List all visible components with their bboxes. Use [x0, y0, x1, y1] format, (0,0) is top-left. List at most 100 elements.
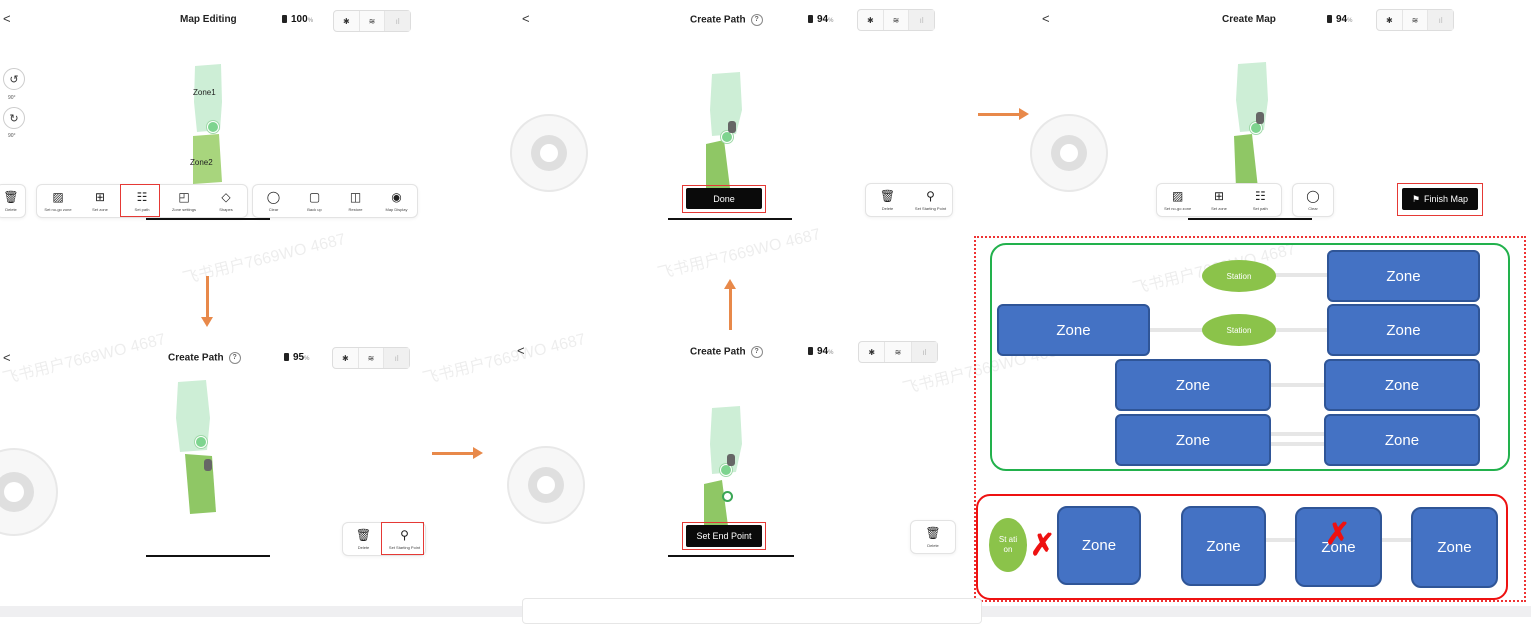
wifi-icon: ≋: [885, 342, 912, 362]
backup-tool[interactable]: ▢ Back up: [294, 185, 335, 217]
delete-tool[interactable]: 🗑 Delete: [343, 523, 384, 555]
status-bar: ✱ ≋ ıl: [857, 9, 935, 31]
joystick[interactable]: [507, 446, 585, 524]
zone-node: Zone: [1181, 506, 1266, 586]
end-point-marker: [722, 491, 733, 502]
clear-tool[interactable]: ◯ Clear: [1293, 184, 1333, 216]
zone2-area: [706, 140, 730, 188]
joystick[interactable]: [0, 448, 58, 536]
battery-icon: [1327, 15, 1332, 23]
battery-indicator: 95%: [284, 352, 309, 363]
battery-indicator: 94%: [808, 14, 833, 25]
home-indicator: [668, 218, 792, 220]
zone-settings-tool[interactable]: ◰ Zone settings: [163, 185, 205, 217]
delete-tool[interactable]: 🗑 Delete: [866, 184, 909, 216]
station-node: Station: [1202, 314, 1276, 346]
connector: [1270, 383, 1326, 387]
trash-icon: 🗑: [3, 189, 19, 204]
watermark: 飞书用户7669WO 4687: [181, 230, 348, 288]
shapes-icon: ◇: [221, 189, 231, 204]
battery-icon: [282, 15, 287, 23]
status-bar: ✱ ≋ ıl: [333, 10, 411, 32]
shapes-tool[interactable]: ◇ Shapes: [205, 185, 247, 217]
invalid-x-icon: ✗: [1030, 529, 1056, 562]
page-title: Create Path?: [690, 14, 763, 26]
battery-icon: [284, 353, 289, 361]
clear-tool[interactable]: ◯ Clear: [253, 185, 294, 217]
back-button[interactable]: <: [517, 343, 525, 358]
set-zone-tool[interactable]: ⊞ Set zone: [1198, 184, 1239, 216]
battery-indicator: 94%: [1327, 14, 1352, 25]
status-bar: ✱ ≋ ıl: [332, 347, 410, 369]
clear-icon: ◯: [266, 189, 281, 204]
home-indicator: [146, 555, 270, 557]
trash-icon: 🗑: [355, 527, 372, 542]
invalid-x-icon: ✗: [1325, 518, 1351, 551]
signal-icon: ıl: [384, 348, 410, 368]
zone-node: Zone: [1327, 250, 1480, 302]
battery-icon: [808, 347, 813, 355]
highlight-set-end-point: [682, 522, 766, 550]
highlight-finish-map: [1397, 183, 1483, 216]
zone2-label: Zone2: [190, 158, 213, 167]
rotate-cw-label: 90°: [8, 133, 16, 139]
wifi-icon: ≋: [1403, 10, 1429, 30]
rotate-ccw-label: 90°: [8, 95, 16, 101]
bluetooth-icon: ✱: [859, 342, 886, 362]
rotate-cw-button[interactable]: ↻: [3, 107, 25, 129]
set-starting-point-tool[interactable]: ⚲ Set Starting Point: [909, 184, 952, 216]
joystick[interactable]: [1030, 114, 1108, 192]
watermark: 飞书用户7669WO 4687: [421, 330, 588, 388]
zone-node: Zone: [1324, 414, 1480, 466]
flow-arrow-right: [978, 108, 1029, 120]
bluetooth-icon: ✱: [334, 11, 360, 31]
set-no-go-zone-tool[interactable]: ▨ Set no-go zone: [37, 185, 79, 217]
watermark: 飞书用户7669WO 4687: [1, 330, 168, 388]
bottom-white-card: [522, 598, 982, 624]
help-icon[interactable]: ?: [750, 14, 763, 26]
backup-icon: ▢: [308, 189, 321, 204]
delete-tool[interactable]: 🗑 Delete: [0, 185, 25, 217]
back-button[interactable]: <: [1042, 11, 1050, 26]
settings-icon: ◰: [178, 189, 190, 204]
signal-icon: ıl: [911, 342, 937, 362]
station-node: Station: [1202, 260, 1276, 292]
page-title: Create Map: [1222, 14, 1276, 25]
zone1-label: Zone1: [193, 88, 216, 97]
no-go-icon: ▨: [52, 189, 64, 204]
set-no-go-zone-tool[interactable]: ▨ Set no-go zone: [1157, 184, 1198, 216]
flow-arrow-down: [201, 276, 213, 327]
delete-tool[interactable]: 🗑 Delete: [911, 521, 955, 553]
set-zone-tool[interactable]: ⊞ Set zone: [79, 185, 121, 217]
mower-icon: [1256, 112, 1264, 124]
battery-indicator: 100%: [282, 14, 313, 25]
battery-icon: [808, 15, 813, 23]
restore-tool[interactable]: ◫ Restore: [335, 185, 376, 217]
zone-node: Zone: [1411, 507, 1498, 588]
zone-node: Zone: [1115, 359, 1271, 411]
set-path-tool[interactable]: ☷ Set path: [1240, 184, 1281, 216]
bottom-toolbar: 🗑 Delete ⚲ Set Starting Point: [865, 183, 953, 217]
rotate-ccw-button[interactable]: ↺: [3, 68, 25, 90]
back-button[interactable]: <: [3, 11, 11, 26]
joystick[interactable]: [510, 114, 588, 192]
zone1-area: [710, 72, 742, 136]
status-bar: ✱ ≋ ıl: [1376, 9, 1454, 31]
zone-icon: ⊞: [1213, 188, 1225, 203]
back-button[interactable]: <: [522, 11, 530, 26]
help-icon[interactable]: ?: [228, 352, 241, 364]
bluetooth-icon: ✱: [858, 10, 884, 30]
wifi-icon: ≋: [359, 348, 385, 368]
clear-icon: ◯: [1306, 188, 1320, 203]
back-button[interactable]: <: [3, 350, 11, 365]
help-icon[interactable]: ?: [750, 346, 763, 358]
flow-arrow-right: [432, 447, 483, 459]
map-display-tool[interactable]: ◉ Map Display: [376, 185, 417, 217]
zone-node: Zone: [997, 304, 1150, 356]
page-title: Create Path?: [168, 352, 241, 364]
toolbar-delete-group: 🗑 Delete: [0, 184, 26, 218]
mower-icon: [727, 454, 735, 466]
station-marker: [195, 436, 207, 448]
home-indicator: [1188, 218, 1312, 220]
battery-indicator: 94%: [808, 346, 833, 357]
